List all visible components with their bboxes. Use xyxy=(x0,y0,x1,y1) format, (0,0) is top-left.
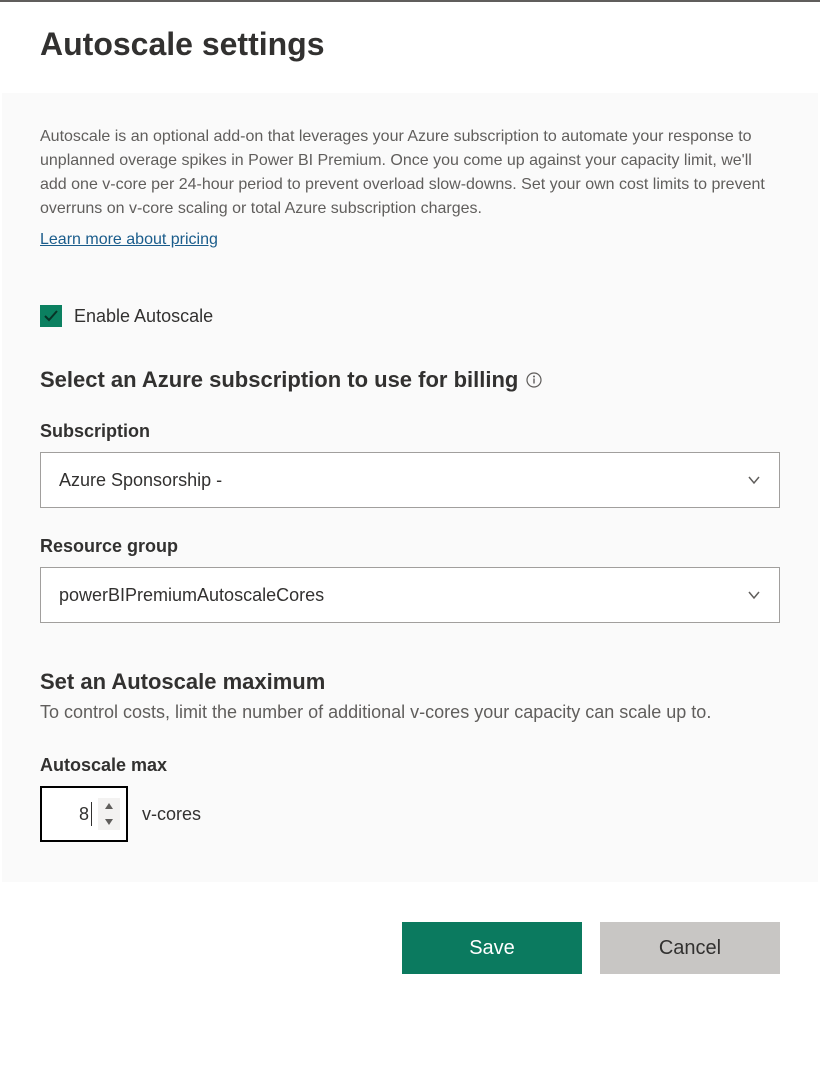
spinner-up-button[interactable] xyxy=(98,798,120,814)
subscription-value: Azure Sponsorship - xyxy=(59,470,222,491)
checkmark-icon xyxy=(43,308,59,324)
dialog-header: Autoscale settings xyxy=(0,2,820,93)
subscription-select[interactable]: Azure Sponsorship - xyxy=(40,452,780,508)
chevron-down-icon xyxy=(747,588,761,602)
billing-section-title: Select an Azure subscription to use for … xyxy=(40,367,780,393)
enable-autoscale-row: Enable Autoscale xyxy=(40,305,780,327)
pricing-link[interactable]: Learn more about pricing xyxy=(40,231,218,249)
info-icon[interactable] xyxy=(526,372,542,388)
resource-group-select[interactable]: powerBIPremiumAutoscaleCores xyxy=(40,567,780,623)
dialog-footer: Save Cancel xyxy=(0,882,820,974)
subscription-field: Subscription Azure Sponsorship - xyxy=(40,421,780,508)
billing-title-text: Select an Azure subscription to use for … xyxy=(40,367,518,393)
max-section-title: Set an Autoscale maximum xyxy=(40,669,780,695)
page-title: Autoscale settings xyxy=(40,26,780,63)
save-button[interactable]: Save xyxy=(402,922,582,974)
resource-group-value: powerBIPremiumAutoscaleCores xyxy=(59,585,324,606)
content-panel: Autoscale is an optional add-on that lev… xyxy=(2,93,818,882)
max-section-subtitle: To control costs, limit the number of ad… xyxy=(40,699,780,725)
enable-autoscale-label: Enable Autoscale xyxy=(74,306,213,327)
autoscale-max-input[interactable]: 8 xyxy=(40,786,128,842)
cancel-button[interactable]: Cancel xyxy=(600,922,780,974)
autoscale-max-row: 8 v-cores xyxy=(40,786,780,842)
subscription-label: Subscription xyxy=(40,421,780,442)
spinner-buttons xyxy=(98,798,120,830)
resource-group-label: Resource group xyxy=(40,536,780,557)
triangle-down-icon xyxy=(105,819,113,825)
triangle-up-icon xyxy=(105,803,113,809)
resource-group-field: Resource group powerBIPremiumAutoscaleCo… xyxy=(40,536,780,623)
autoscale-max-label: Autoscale max xyxy=(40,755,780,776)
autoscale-max-value: 8 xyxy=(56,802,92,826)
chevron-down-icon xyxy=(747,473,761,487)
vcores-unit-label: v-cores xyxy=(142,804,201,825)
spinner-down-button[interactable] xyxy=(98,814,120,830)
enable-autoscale-checkbox[interactable] xyxy=(40,305,62,327)
description-text: Autoscale is an optional add-on that lev… xyxy=(40,125,780,221)
